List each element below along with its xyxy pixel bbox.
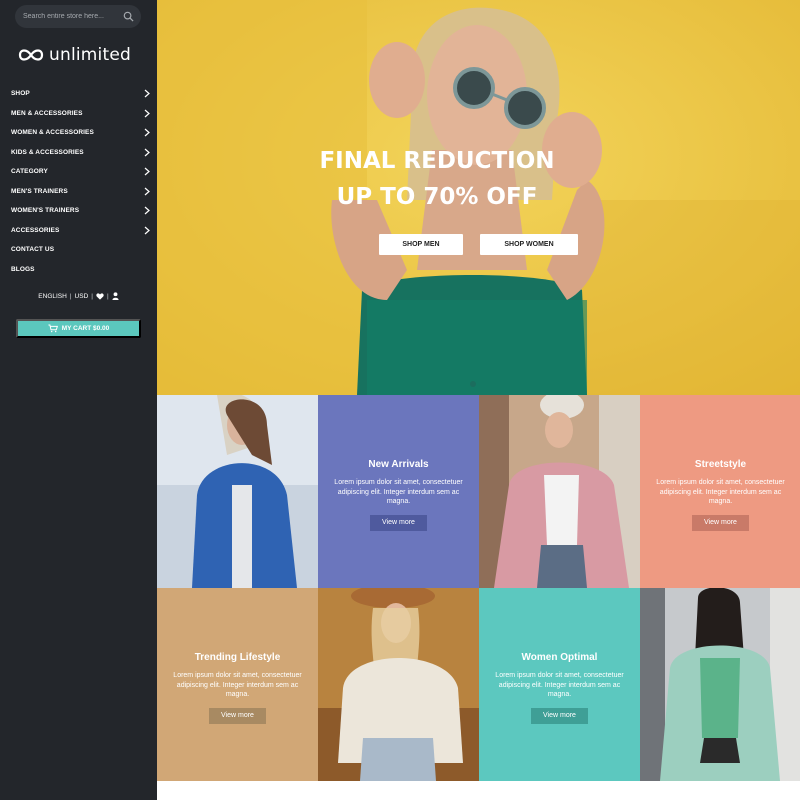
- view-more-button[interactable]: View more: [209, 707, 266, 724]
- photo-tile-cream-jacket[interactable]: [318, 588, 479, 781]
- shop-women-button[interactable]: SHOP WOMEN: [480, 234, 578, 255]
- heart-icon[interactable]: [96, 292, 104, 300]
- separator: |: [91, 292, 93, 300]
- promo-tile-trending-lifestyle: Trending Lifestyle Lorem ipsum dolor sit…: [157, 588, 318, 781]
- photo-tile-pink-cardigan[interactable]: [479, 395, 640, 588]
- sidebar: unlimited SHOP MEN & ACCESSORIES WOMEN &…: [0, 0, 157, 800]
- chevron-right-icon: [144, 187, 150, 195]
- hero-title-line-1: FINAL REDUCTION: [319, 148, 555, 174]
- my-cart-button[interactable]: MY CART $0.00: [16, 319, 141, 338]
- shop-men-button[interactable]: SHOP MEN: [379, 234, 463, 255]
- slider-dot[interactable]: [470, 381, 476, 387]
- tile-title: Streetstyle: [694, 459, 747, 470]
- tile-title: Trending Lifestyle: [194, 652, 281, 663]
- photo-woman-mint-coat: [640, 588, 800, 781]
- infinity-logo-icon: [18, 49, 44, 61]
- store-logo[interactable]: unlimited: [17, 42, 142, 68]
- user-icon[interactable]: [112, 292, 119, 300]
- tile-text: Lorem ipsum dolor sit amet, consectetuer…: [495, 672, 624, 698]
- nav-item-mens-trainers[interactable]: MEN'S TRAINERS: [0, 182, 157, 202]
- tile-content: New Arrivals Lorem ipsum dolor sit amet,…: [318, 459, 479, 531]
- logo-text: unlimited: [49, 45, 131, 65]
- tile-title: New Arrivals: [368, 459, 429, 470]
- promo-tile-women-optimal: Women Optimal Lorem ipsum dolor sit amet…: [479, 588, 640, 781]
- page: unlimited SHOP MEN & ACCESSORIES WOMEN &…: [0, 0, 800, 800]
- tile-content: Women Optimal Lorem ipsum dolor sit amet…: [479, 652, 640, 724]
- separator: |: [69, 292, 72, 300]
- photo-tile-mint-coat[interactable]: [640, 588, 800, 781]
- promo-tile-new-arrivals: New Arrivals Lorem ipsum dolor sit amet,…: [318, 395, 479, 588]
- nav-item-womens-trainers[interactable]: WOMEN'S TRAINERS: [0, 201, 157, 221]
- search-icon[interactable]: [123, 11, 134, 22]
- hero-banner: FINAL REDUCTION UP TO 70% OFF SHOP MEN S…: [157, 0, 800, 395]
- tile-content: Trending Lifestyle Lorem ipsum dolor sit…: [157, 652, 318, 724]
- chevron-right-icon: [144, 128, 150, 137]
- cart-icon: [48, 324, 58, 333]
- hero-title-line-2: UP TO 70% OFF: [336, 184, 538, 210]
- photo-woman-pink-cardigan: [479, 395, 640, 588]
- search-input[interactable]: [23, 13, 123, 20]
- hero-headline: FINAL REDUCTION UP TO 70% OFF: [157, 143, 717, 215]
- promo-tile-streetstyle: Streetstyle Lorem ipsum dolor sit amet, …: [640, 395, 800, 588]
- main-nav: SHOP MEN & ACCESSORIES WOMEN & ACCESSORI…: [0, 84, 157, 279]
- view-more-button[interactable]: View more: [692, 514, 749, 531]
- nav-item-women-accessories[interactable]: WOMEN & ACCESSORIES: [0, 123, 157, 143]
- tile-text: Lorem ipsum dolor sit amet, consectetuer…: [656, 479, 785, 505]
- chevron-right-icon: [144, 148, 150, 156]
- chevron-right-icon: [144, 89, 150, 98]
- chevron-right-icon: [144, 109, 150, 117]
- tile-text: Lorem ipsum dolor sit amet, consectetuer…: [173, 672, 302, 698]
- nav-item-contact-us[interactable]: CONTACT US: [0, 240, 157, 260]
- utility-bar: ENGLISH | USD | |: [0, 292, 157, 300]
- search-bar: [15, 5, 141, 28]
- cart-label: MY CART $0.00: [61, 325, 110, 332]
- nav-item-category[interactable]: CATEGORY: [0, 162, 157, 182]
- nav-item-kids-accessories[interactable]: KIDS & ACCESSORIES: [0, 143, 157, 163]
- tile-text: Lorem ipsum dolor sit amet, consectetuer…: [334, 479, 463, 505]
- photo-woman-cream-jacket: [318, 588, 479, 781]
- nav-item-shop[interactable]: SHOP: [0, 84, 157, 104]
- nav-item-accessories[interactable]: ACCESSORIES: [0, 221, 157, 241]
- chevron-right-icon: [144, 226, 150, 234]
- language-selector[interactable]: ENGLISH: [38, 293, 67, 300]
- chevron-right-icon: [144, 167, 150, 176]
- view-more-button[interactable]: View more: [370, 514, 427, 531]
- tile-title: Women Optimal: [521, 652, 598, 663]
- tile-content: Streetstyle Lorem ipsum dolor sit amet, …: [640, 459, 800, 531]
- separator: |: [106, 292, 109, 300]
- view-more-button[interactable]: View more: [531, 707, 588, 724]
- photo-woman-blue-jacket: [157, 395, 318, 588]
- currency-selector[interactable]: USD: [75, 293, 89, 300]
- nav-item-blogs[interactable]: BLOGS: [0, 260, 157, 280]
- photo-tile-blue-jacket[interactable]: [157, 395, 318, 588]
- chevron-right-icon: [144, 206, 150, 215]
- nav-item-men-accessories[interactable]: MEN & ACCESSORIES: [0, 104, 157, 124]
